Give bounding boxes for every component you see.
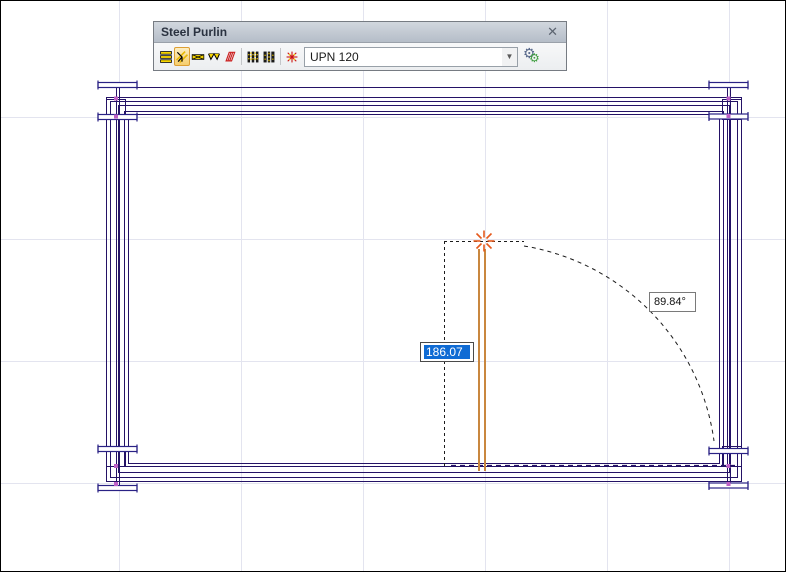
purlin-rows-button[interactable] [158, 47, 174, 66]
purlin-preview-line [479, 249, 485, 471]
steel-purlin-dialog: Steel Purlin ✕ [153, 21, 567, 71]
purlin-span-icon [191, 50, 205, 64]
grating-dense-button[interactable] [245, 47, 261, 66]
grating-sparse-icon [262, 50, 276, 64]
selection-handles [114, 97, 731, 487]
slope-hatch-icon [223, 50, 237, 64]
close-icon[interactable]: ✕ [539, 22, 566, 42]
snap-cross-icon [474, 231, 495, 252]
slope-hatch-button[interactable] [222, 47, 238, 66]
gear-icon: ⚙ [529, 51, 540, 65]
profile-value: UPN 120 [305, 48, 502, 66]
dimension-value: 186.07 [424, 345, 470, 359]
angle-arc [524, 246, 714, 441]
column-flange-symbols [98, 81, 748, 493]
dimension-input[interactable]: 186.07 [420, 342, 474, 362]
dialog-title: Steel Purlin [154, 25, 227, 39]
toolbar-separator [280, 48, 281, 65]
sag-rod-icon [207, 50, 221, 64]
purlin-span-button[interactable] [190, 47, 206, 66]
snap-point-icon [285, 50, 299, 64]
frame-beams [107, 87, 742, 488]
purlin-rows-icon [159, 50, 173, 64]
settings-button[interactable]: ⚙ ⚙ [523, 47, 543, 67]
toolbar-separator [241, 48, 242, 65]
sag-rod-button[interactable] [206, 47, 222, 66]
angle-value: 89.84° [654, 296, 686, 308]
chevron-down-icon[interactable]: ▼ [502, 48, 517, 66]
dialog-toolbar: UPN 120 ▼ ⚙ ⚙ [154, 43, 566, 70]
cad-canvas[interactable]: 186.07 89.84° Steel Purlin ✕ [0, 0, 786, 572]
angle-tooltip: 89.84° [649, 292, 696, 312]
profile-dropdown[interactable]: UPN 120 ▼ [304, 47, 518, 67]
model-view [1, 1, 785, 571]
purlin-direction-icon [175, 50, 189, 64]
purlin-direction-button[interactable] [174, 47, 190, 66]
grating-dense-icon [246, 50, 260, 64]
dialog-titlebar[interactable]: Steel Purlin ✕ [154, 22, 566, 43]
grating-sparse-button[interactable] [261, 47, 277, 66]
snap-point-button[interactable] [284, 47, 300, 66]
